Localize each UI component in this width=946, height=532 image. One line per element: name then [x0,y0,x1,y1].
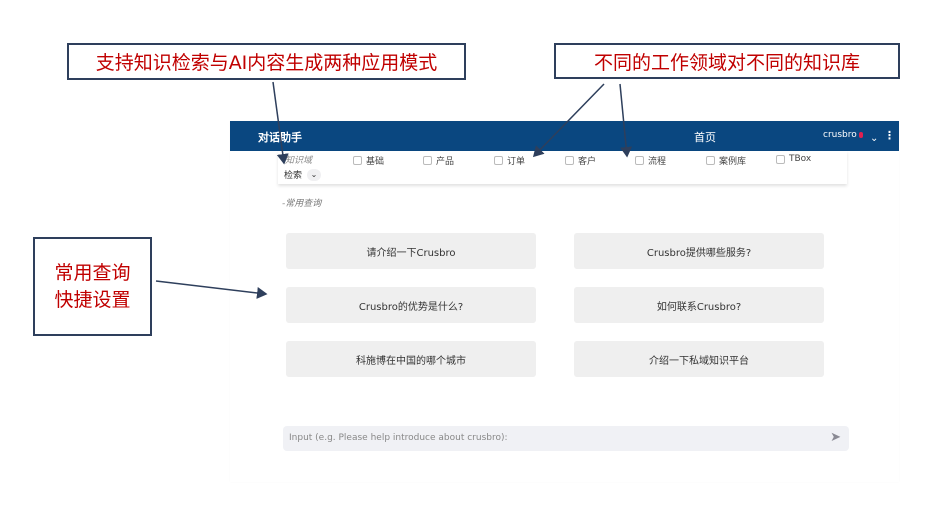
callout-quick-queries: 常用查询 快捷设置 [33,237,152,336]
callout-app-modes: 支持知识检索与AI内容生成两种应用模式 [67,43,466,80]
callout-line: 常用查询 [54,261,131,284]
arrow-to-order-checkbox [532,83,605,158]
arrow-to-common-queries [155,280,268,299]
arrow-to-process-checkbox [619,83,633,158]
callout-knowledge-domains: 不同的工作领域对不同的知识库 [554,43,900,79]
arrow-to-knowledge-domain [272,81,289,165]
callout-line: 快捷设置 [54,288,131,311]
